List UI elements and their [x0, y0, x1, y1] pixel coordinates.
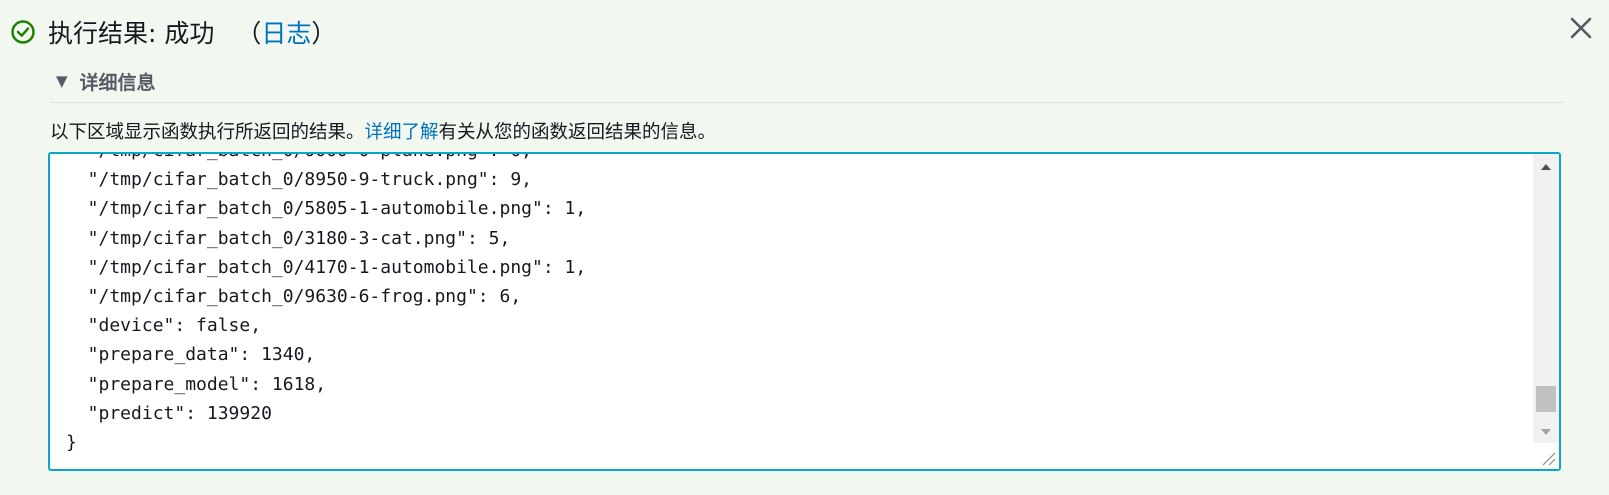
check-circle-icon [10, 19, 36, 45]
close-icon [1570, 17, 1592, 39]
result-header: 执行结果: 成功 （日志） [10, 14, 336, 50]
description-text-before: 以下区域显示函数执行所返回的结果。 [50, 122, 365, 143]
close-button[interactable] [1567, 14, 1595, 42]
result-status-text: 执行结果: 成功 [48, 19, 215, 48]
details-label: 详细信息 [79, 72, 156, 94]
paren-open: （ [236, 19, 262, 48]
output-line: "device": false, [66, 315, 262, 337]
details-toggle[interactable]: ▼ 详细信息 [56, 68, 156, 95]
output-code: "/tmp/cifar_batch_0/0000-0-plane.png": 0… [66, 154, 586, 457]
caret-down-icon: ▼ [56, 72, 68, 90]
paren-close: ） [311, 19, 337, 48]
log-link[interactable]: 日志 [261, 19, 311, 48]
scroll-up-arrow-icon[interactable] [1533, 156, 1559, 178]
output-textarea[interactable]: "/tmp/cifar_batch_0/0000-0-plane.png": 0… [48, 152, 1561, 471]
output-line: "/tmp/cifar_batch_0/5805-1-automobile.pn… [66, 198, 587, 220]
scroll-down-arrow-icon[interactable] [1533, 421, 1559, 443]
scrollbar-thumb[interactable] [1536, 386, 1556, 412]
output-line: "prepare_data": 1340, [66, 344, 316, 366]
output-line: "/tmp/cifar_batch_0/3180-3-cat.png": 5, [66, 227, 511, 249]
output-line: } [66, 432, 77, 454]
resize-handle-icon[interactable] [1533, 443, 1559, 469]
output-line: "prepare_model": 1618, [66, 373, 327, 395]
vertical-scrollbar[interactable] [1533, 154, 1559, 469]
output-line-partial: "/tmp/cifar_batch_0/0000-0-plane.png": 0… [66, 154, 586, 165]
learn-more-link[interactable]: 详细了解 [365, 122, 439, 143]
output-line: "/tmp/cifar_batch_0/9630-6-frog.png": 6, [66, 286, 522, 308]
description-text-after: 有关从您的函数返回结果的信息。 [438, 122, 717, 143]
output-content: "/tmp/cifar_batch_0/0000-0-plane.png": 0… [50, 154, 1533, 469]
output-line: "predict": 139920 [66, 402, 272, 424]
output-line: "/tmp/cifar_batch_0/8950-9-truck.png": 9… [66, 169, 532, 191]
output-line: "/tmp/cifar_batch_0/4170-1-automobile.pn… [66, 256, 587, 278]
result-title: 执行结果: 成功 （日志） [48, 14, 336, 50]
result-description: 以下区域显示函数执行所返回的结果。详细了解有关从您的函数返回结果的信息。 [50, 118, 716, 144]
divider [50, 102, 1563, 103]
